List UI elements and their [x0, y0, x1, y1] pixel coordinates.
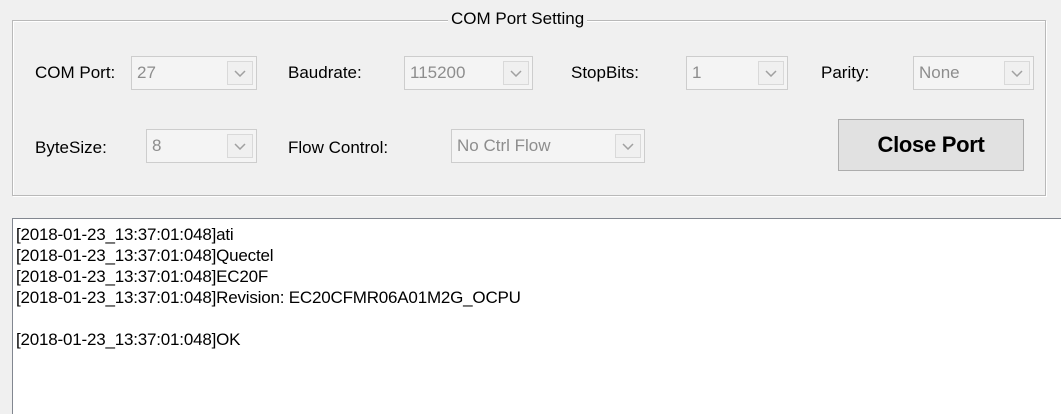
com-tool-window: COM Port Setting COM Port: 27 Baudrate: … [0, 0, 1061, 414]
chevron-down-icon[interactable] [1004, 61, 1030, 85]
log-line: [2018-01-23_13:37:01:048]Quectel [16, 246, 274, 265]
group-title: COM Port Setting [448, 8, 588, 30]
stopbits-combo[interactable]: 1 [686, 56, 788, 90]
flow-control-combo[interactable]: No Ctrl Flow [451, 129, 645, 163]
chevron-down-icon[interactable] [615, 134, 641, 158]
stopbits-value: 1 [692, 63, 702, 82]
baudrate-label: Baudrate: [288, 63, 362, 82]
chevron-down-icon[interactable] [227, 134, 253, 158]
chevron-down-icon[interactable] [758, 61, 784, 85]
log-line: [2018-01-23_13:37:01:048]EC20F [16, 267, 269, 286]
com-port-label: COM Port: [35, 63, 116, 82]
flow-control-label: Flow Control: [288, 138, 389, 157]
chevron-down-icon[interactable] [503, 61, 529, 85]
baudrate-value: 115200 [410, 63, 466, 82]
chevron-down-icon[interactable] [227, 61, 253, 85]
com-port-value: 27 [137, 63, 156, 82]
log-line: [2018-01-23_13:37:01:048]OK [16, 330, 241, 349]
bytesize-label: ByteSize: [35, 138, 107, 157]
parity-value: None [919, 63, 960, 82]
com-port-combo[interactable]: 27 [131, 56, 257, 90]
bytesize-value: 8 [152, 136, 162, 155]
log-line: [2018-01-23_13:37:01:048]Revision: EC20C… [16, 288, 521, 307]
log-output[interactable]: [2018-01-23_13:37:01:048]ati [2018-01-23… [12, 218, 1061, 414]
stopbits-label: StopBits: [571, 63, 640, 82]
close-port-button[interactable]: Close Port [838, 119, 1024, 171]
log-line: [2018-01-23_13:37:01:048]ati [16, 225, 234, 244]
parity-combo[interactable]: None [913, 56, 1034, 90]
parity-label: Parity: [821, 63, 870, 82]
flow-control-value: No Ctrl Flow [457, 136, 551, 155]
bytesize-combo[interactable]: 8 [146, 129, 257, 163]
baudrate-combo[interactable]: 115200 [404, 56, 533, 90]
